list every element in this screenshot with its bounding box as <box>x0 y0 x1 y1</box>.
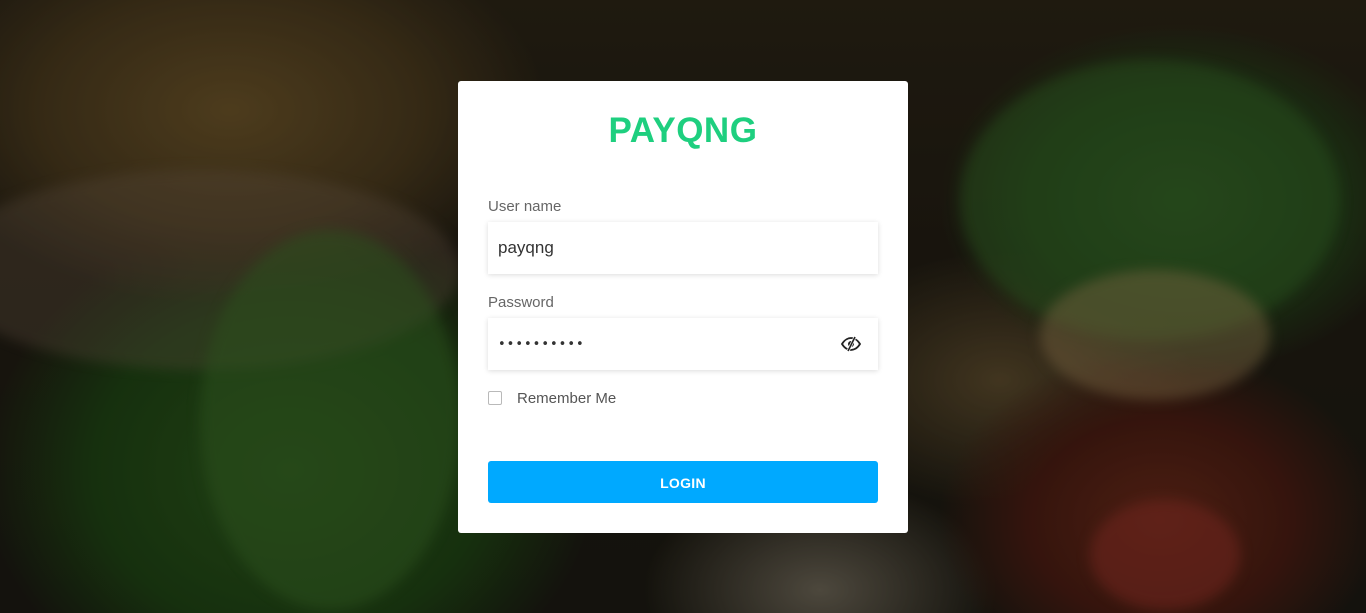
password-field-container <box>488 318 878 370</box>
brand-logo: PAYQNG <box>608 111 758 150</box>
remember-me-label[interactable]: Remember Me <box>517 390 616 407</box>
login-button[interactable]: LOGIN <box>488 461 878 503</box>
username-input[interactable] <box>488 222 818 274</box>
login-card: PAYQNG User name Password Remember Me LO… <box>458 81 908 533</box>
remember-me-checkbox[interactable] <box>488 391 502 405</box>
username-label: User name <box>488 198 562 215</box>
eye-slash-icon[interactable] <box>840 335 862 353</box>
remember-me-row: Remember Me <box>488 388 616 408</box>
password-input[interactable] <box>488 318 818 370</box>
username-field-container <box>488 222 878 274</box>
password-label: Password <box>488 294 554 311</box>
